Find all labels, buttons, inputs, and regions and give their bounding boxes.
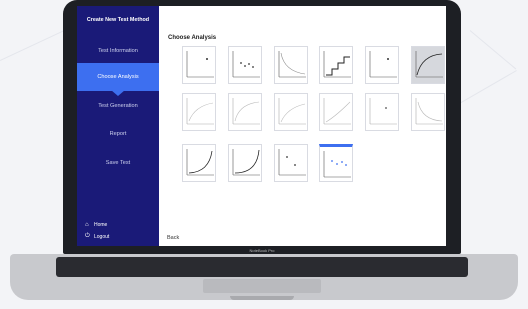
growth-curve-icon xyxy=(415,51,443,78)
analysis-tile-blue-scatter[interactable] xyxy=(319,144,353,182)
sidebar-item-label: Save Test xyxy=(105,160,131,166)
exponential-curve-icon xyxy=(232,149,260,176)
sidebar-item-report[interactable]: Report xyxy=(77,120,159,148)
screen: Create New Test Method Test Information … xyxy=(77,6,446,246)
sidebar: Create New Test Method Test Information … xyxy=(77,6,159,246)
laptop-brand: NoteBook Pro xyxy=(249,248,275,253)
analysis-tile-single-point[interactable] xyxy=(365,46,399,84)
sidebar-item-test-information[interactable]: Test Information xyxy=(77,37,159,65)
scatter-plot-icon xyxy=(369,51,397,78)
decay-curve-icon xyxy=(278,51,306,78)
main-panel: Choose Analysis Back xyxy=(159,6,446,246)
analysis-tile-exp-decay[interactable] xyxy=(411,93,445,131)
rise-curve-icon xyxy=(323,98,351,125)
analysis-tile-step[interactable] xyxy=(319,46,353,84)
scatter-plot-icon xyxy=(232,51,260,78)
analysis-tile-scatter-multi[interactable] xyxy=(228,46,262,84)
analysis-tile-log[interactable] xyxy=(182,93,216,131)
home-label: Home xyxy=(94,222,108,228)
analysis-tile-scatter[interactable] xyxy=(182,46,216,84)
keyboard xyxy=(56,257,468,277)
exponential-curve-icon xyxy=(186,149,214,176)
logout-button[interactable]: ⏻ Logout xyxy=(85,233,109,240)
analysis-tile-point[interactable] xyxy=(365,93,399,131)
scatter-plot-icon xyxy=(186,51,214,78)
log-curve-icon xyxy=(186,98,214,125)
back-button[interactable]: Back xyxy=(167,235,179,241)
sidebar-item-save-test[interactable]: Save Test xyxy=(77,149,159,177)
laptop-notch xyxy=(230,296,294,300)
analysis-tile-exp[interactable] xyxy=(182,144,216,182)
saturation-curve-icon xyxy=(232,98,260,125)
logout-label: Logout xyxy=(94,233,110,240)
home-button[interactable]: ⌂ Home xyxy=(85,222,107,228)
trackpad xyxy=(203,279,321,293)
sidebar-item-choose-analysis[interactable]: Choose Analysis xyxy=(77,63,159,91)
decay-curve-icon xyxy=(415,98,443,125)
analysis-tile-exp-steep[interactable] xyxy=(228,144,262,182)
sidebar-item-label: Choose Analysis xyxy=(97,74,139,80)
power-icon: ⏻ xyxy=(85,233,90,239)
step-chart-icon xyxy=(323,51,351,78)
page-title: Choose Analysis xyxy=(168,35,217,41)
analysis-tile-sqrt[interactable] xyxy=(274,93,308,131)
sidebar-title: Create New Test Method xyxy=(86,17,150,23)
sidebar-item-label: Test Information xyxy=(98,48,138,54)
scatter-plot-icon xyxy=(369,98,397,125)
analysis-tile-saturation[interactable] xyxy=(228,93,262,131)
analysis-tile-rise[interactable] xyxy=(319,93,353,131)
scatter-plot-icon xyxy=(278,149,306,176)
sidebar-item-test-generation[interactable]: Test Generation xyxy=(77,92,159,120)
analysis-tile-growth[interactable] xyxy=(411,46,445,84)
sqrt-curve-icon xyxy=(278,98,306,125)
scatter-plot-icon xyxy=(323,151,351,178)
sidebar-item-label: Test Generation xyxy=(98,103,138,109)
home-icon: ⌂ xyxy=(85,222,89,228)
sidebar-item-label: Report xyxy=(109,131,127,137)
analysis-tile-decay[interactable] xyxy=(274,46,308,84)
background-line xyxy=(469,30,517,70)
analysis-tile-two-points[interactable] xyxy=(274,144,308,182)
